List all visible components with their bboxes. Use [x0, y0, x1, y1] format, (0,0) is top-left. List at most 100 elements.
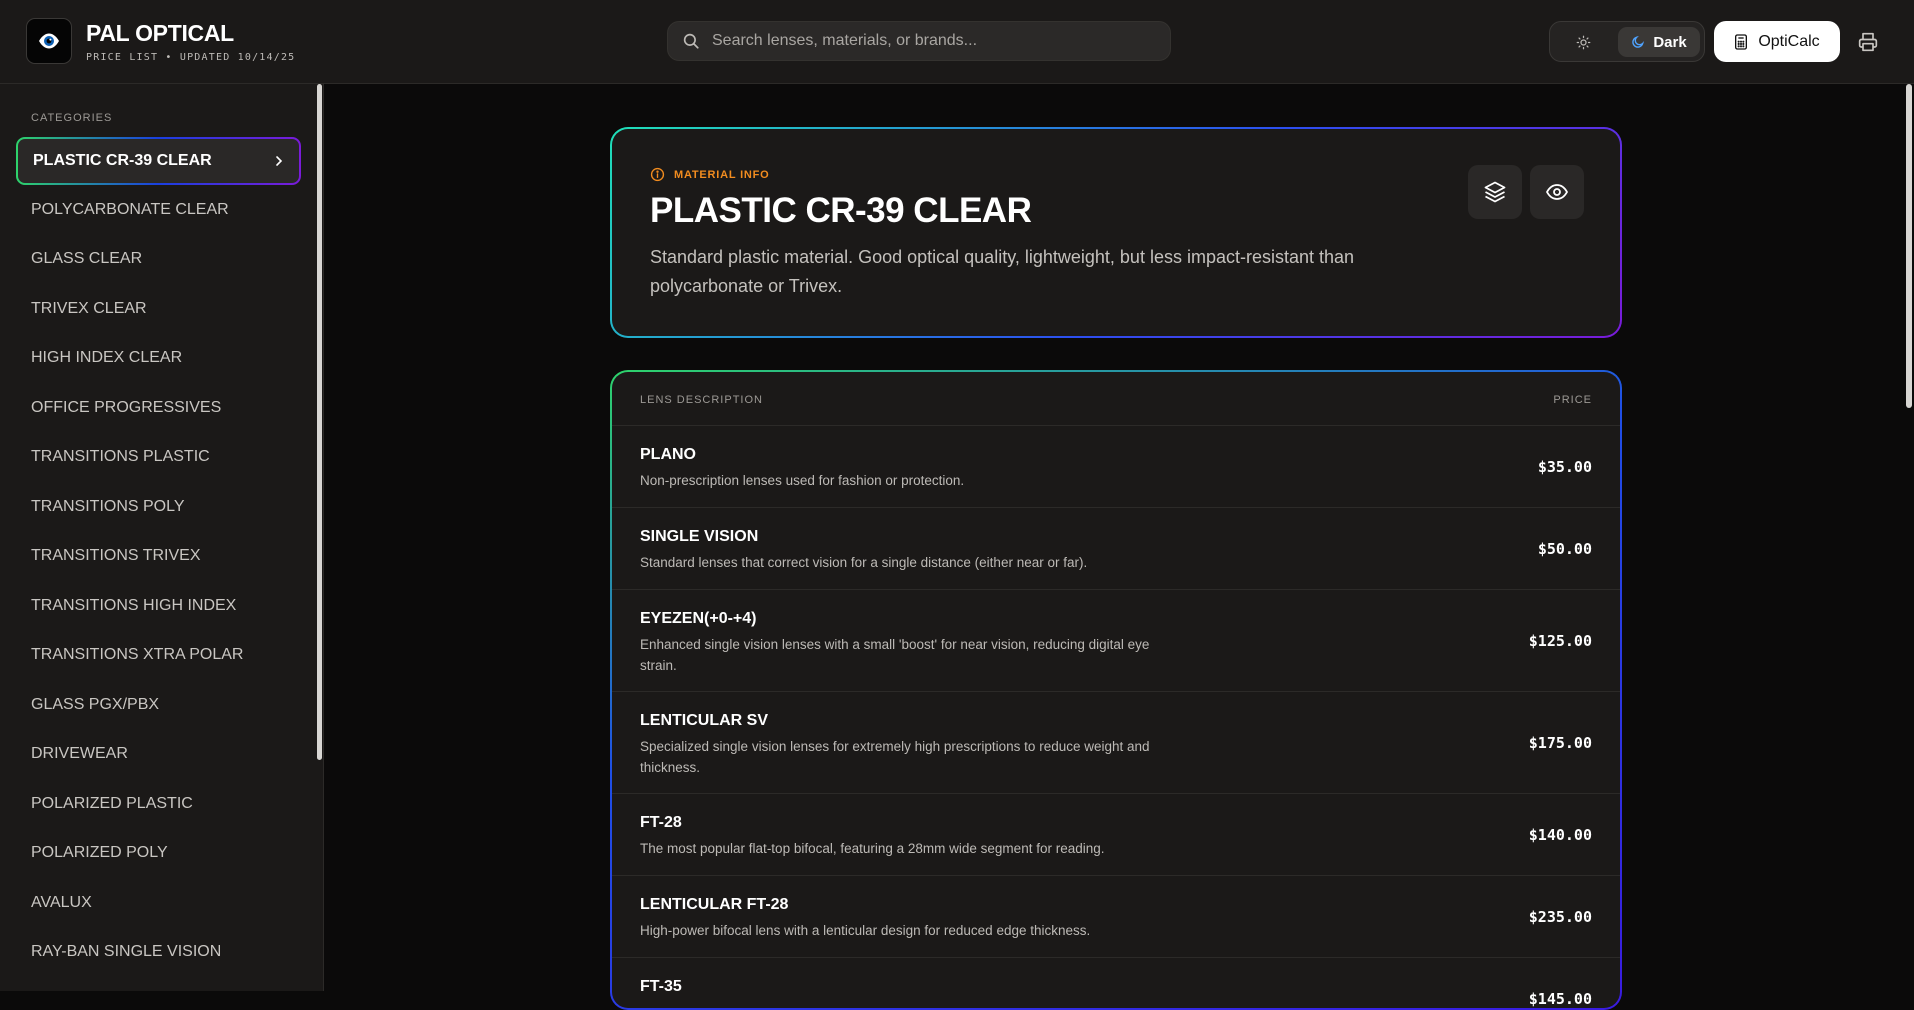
column-header-description: LENS DESCRIPTION [640, 394, 763, 406]
search-icon [683, 33, 699, 49]
lens-description: Specialized single vision lenses for ext… [640, 739, 1150, 775]
print-button[interactable] [1854, 28, 1882, 56]
view-button[interactable] [1530, 165, 1584, 219]
table-row[interactable]: FT-28 The most popular flat-top bifocal,… [612, 794, 1620, 876]
category-avalux[interactable]: AVALUX [16, 878, 301, 928]
sidebar: CATEGORIES PLASTIC CR-39 CLEAR POLYCARBO… [0, 84, 324, 991]
column-header-price: PRICE [1553, 394, 1592, 406]
material-description: Standard plastic material. Good optical … [650, 247, 1355, 296]
category-label: TRANSITIONS HIGH INDEX [31, 596, 237, 614]
lens-price: $50.00 [1537, 540, 1592, 558]
lens-description: Standard lenses that correct vision for … [640, 555, 1088, 570]
price-table: LENS DESCRIPTION PRICE PLANO Non-prescri… [610, 370, 1622, 1010]
category-plastic-cr39-clear[interactable]: PLASTIC CR-39 CLEAR [16, 137, 301, 185]
material-info-tag: MATERIAL INFO [650, 167, 770, 182]
material-title: PLASTIC CR-39 CLEAR [650, 191, 1032, 230]
category-transitions-high-index[interactable]: TRANSITIONS HIGH INDEX [16, 581, 301, 631]
printer-icon [1858, 32, 1878, 52]
lens-name: LENTICULAR SV [640, 712, 768, 729]
chevron-right-icon [276, 156, 283, 166]
app-header: PAL OPTICAL PRICE LIST • UPDATED 10/14/2… [0, 0, 1914, 84]
search-bar[interactable] [667, 21, 1171, 61]
lens-description: Enhanced single vision lenses with a sma… [640, 637, 1150, 673]
categories-heading: CATEGORIES [31, 112, 113, 124]
category-label: OFFICE PROGRESSIVES [31, 398, 222, 416]
lens-price: $235.00 [1528, 908, 1592, 926]
category-ray-ban-single-vision[interactable]: RAY-BAN SINGLE VISION [16, 928, 301, 978]
opticalc-label: OptiCalc [1758, 32, 1820, 50]
category-label: TRANSITIONS PLASTIC [31, 448, 210, 466]
category-polarized-poly[interactable]: POLARIZED POLY [16, 829, 301, 879]
category-label: TRANSITIONS XTRA POLAR [31, 646, 244, 664]
category-trivex-clear[interactable]: TRIVEX CLEAR [16, 284, 301, 334]
category-list: PLASTIC CR-39 CLEAR POLYCARBONATE CLEAR … [16, 137, 301, 977]
lens-description: Non-prescription lenses used for fashion… [640, 473, 965, 488]
theme-toggle[interactable]: Dark [1549, 21, 1705, 62]
table-row[interactable]: LENTICULAR FT-28 High-power bifocal lens… [612, 876, 1620, 958]
category-polycarbonate-clear[interactable]: POLYCARBONATE CLEAR [16, 185, 301, 235]
lens-price: $145.00 [1528, 990, 1592, 1008]
lens-name: PLANO [640, 446, 696, 463]
layers-button[interactable] [1468, 165, 1522, 219]
category-label: GLASS PGX/PBX [31, 695, 160, 713]
lens-name: SINGLE VISION [640, 528, 759, 545]
lens-name: EYEZEN(+0-+4) [640, 610, 757, 627]
moon-icon [1632, 35, 1645, 48]
theme-light-button[interactable] [1558, 28, 1608, 56]
lens-name: FT-35 [640, 978, 682, 995]
category-label: HIGH INDEX CLEAR [31, 349, 183, 367]
category-label: POLARIZED POLY [31, 844, 168, 862]
category-glass-pgx-pbx[interactable]: GLASS PGX/PBX [16, 680, 301, 730]
lens-price: $175.00 [1528, 734, 1592, 752]
category-label: TRANSITIONS POLY [31, 497, 185, 515]
table-row[interactable]: PLANO Non-prescription lenses used for f… [612, 426, 1620, 508]
category-high-index-clear[interactable]: HIGH INDEX CLEAR [16, 334, 301, 384]
category-label: TRIVEX CLEAR [31, 299, 147, 317]
material-info-card: MATERIAL INFO PLASTIC CR-39 CLEAR Standa… [610, 127, 1622, 338]
info-icon [650, 167, 665, 182]
category-transitions-xtra-polar[interactable]: TRANSITIONS XTRA POLAR [16, 631, 301, 681]
theme-dark-button[interactable]: Dark [1618, 27, 1700, 57]
category-label: DRIVEWEAR [31, 745, 128, 763]
lens-price: $140.00 [1528, 826, 1592, 844]
category-label: AVALUX [31, 893, 92, 911]
app-title: PAL OPTICAL [86, 20, 234, 46]
table-row[interactable]: LENTICULAR SV Specialized single vision … [612, 692, 1620, 794]
sidebar-scrollbar[interactable] [317, 84, 322, 760]
lens-description: The most popular flat-top bifocal, featu… [640, 841, 1105, 856]
category-polarized-plastic[interactable]: POLARIZED PLASTIC [16, 779, 301, 829]
lens-description: High-power bifocal lens with a lenticula… [640, 923, 1091, 938]
app-subtitle: PRICE LIST • UPDATED 10/14/25 [86, 52, 296, 63]
lens-price: $125.00 [1528, 632, 1592, 650]
table-header: LENS DESCRIPTION PRICE [612, 372, 1620, 426]
category-glass-clear[interactable]: GLASS CLEAR [16, 235, 301, 285]
category-label: POLARIZED PLASTIC [31, 794, 193, 812]
lens-price: $35.00 [1537, 458, 1592, 476]
category-label: RAY-BAN SINGLE VISION [31, 943, 222, 961]
main-scrollbar[interactable] [1906, 84, 1912, 408]
category-transitions-trivex[interactable]: TRANSITIONS TRIVEX [16, 532, 301, 582]
category-label: GLASS CLEAR [31, 250, 143, 268]
lens-name: LENTICULAR FT-28 [640, 896, 789, 913]
lens-name: FT-28 [640, 814, 682, 831]
table-row[interactable]: FT-35 $145.00 [612, 958, 1620, 1008]
sun-icon [1576, 35, 1590, 49]
theme-dark-label: Dark [1653, 33, 1687, 51]
eye-logo-icon [26, 18, 72, 64]
search-input[interactable] [712, 32, 1142, 50]
category-label: TRANSITIONS TRIVEX [31, 547, 201, 565]
category-drivewear[interactable]: DRIVEWEAR [16, 730, 301, 780]
opticalc-button[interactable]: OptiCalc [1714, 21, 1840, 62]
material-info-label: MATERIAL INFO [674, 168, 770, 181]
table-row[interactable]: EYEZEN(+0-+4) Enhanced single vision len… [612, 590, 1620, 692]
category-office-progressives[interactable]: OFFICE PROGRESSIVES [16, 383, 301, 433]
layers-icon [1484, 181, 1506, 203]
eye-icon [1545, 184, 1569, 200]
table-row[interactable]: SINGLE VISION Standard lenses that corre… [612, 508, 1620, 590]
category-label: PLASTIC CR-39 CLEAR [33, 152, 212, 169]
table-rows: PLANO Non-prescription lenses used for f… [612, 426, 1620, 1008]
category-transitions-poly[interactable]: TRANSITIONS POLY [16, 482, 301, 532]
category-label: POLYCARBONATE CLEAR [31, 200, 229, 218]
calculator-icon [1735, 33, 1748, 50]
category-transitions-plastic[interactable]: TRANSITIONS PLASTIC [16, 433, 301, 483]
